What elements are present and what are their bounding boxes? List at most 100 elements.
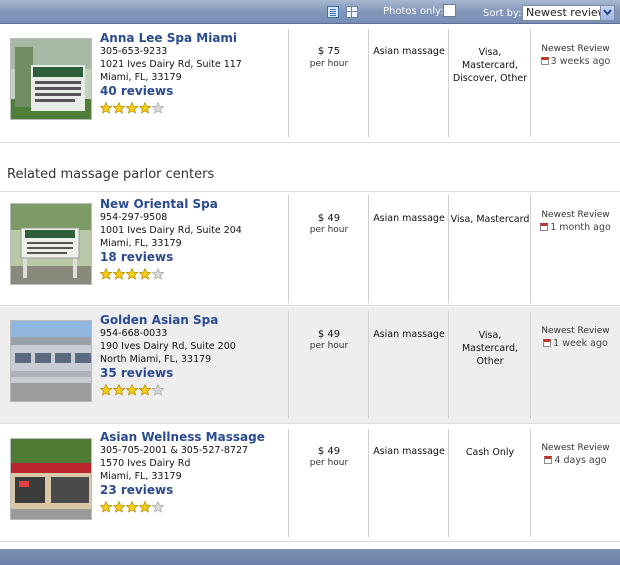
listing-city: Miami, FL, 33179 — [100, 471, 182, 482]
newest-review-date[interactable]: 3 weeks ago — [531, 56, 620, 67]
column-divider — [368, 429, 369, 537]
listing-address: 1570 Ives Dairy Rd — [100, 458, 191, 469]
star-filled-icon — [138, 381, 152, 396]
payment-line-2: Other — [476, 356, 504, 367]
column-divider — [288, 429, 289, 537]
listing-reviews-link[interactable]: 23 reviews — [100, 483, 173, 497]
newest-review-label: Newest Review — [541, 326, 610, 336]
listing-price-unit: per hour — [309, 59, 349, 69]
newest-review-ago: 3 weeks ago — [550, 56, 611, 67]
newest-review-date[interactable]: 1 month ago — [531, 222, 620, 233]
newest-review-label: Newest Review — [541, 443, 610, 453]
star-empty-icon — [151, 99, 165, 114]
listing-address: 1021 Ives Dairy Rd, Suite 117 — [100, 59, 242, 70]
listing-name[interactable]: Golden Asian Spa — [100, 313, 218, 327]
column-divider — [288, 311, 289, 419]
star-filled-icon — [112, 265, 126, 280]
newest-review-label: Newest Review — [541, 210, 610, 220]
calendar-icon — [540, 57, 549, 65]
column-divider — [448, 195, 449, 303]
listing-price-unit: per hour — [309, 341, 349, 351]
rating-stars — [99, 99, 165, 114]
listing-photo[interactable] — [10, 320, 92, 402]
listing-photo[interactable] — [10, 438, 92, 520]
rating-stars — [99, 381, 165, 396]
listing-price: $ 75 — [317, 46, 341, 57]
calendar-icon — [543, 339, 552, 347]
chevron-down-icon — [600, 6, 614, 20]
listing-reviews-link[interactable]: 35 reviews — [100, 366, 173, 380]
listing-item: Golden Asian Spa 954-668-0033 190 Ives D… — [0, 307, 620, 424]
listing-service: Asian massage — [373, 213, 445, 224]
star-filled-icon — [138, 498, 152, 513]
listing-photo[interactable] — [10, 38, 92, 120]
newest-review-ago: 1 week ago — [553, 338, 608, 349]
listing-city: Miami, FL, 33179 — [100, 72, 182, 83]
star-filled-icon — [138, 99, 152, 114]
column-divider — [368, 195, 369, 303]
photos-only-label: Photos only: — [383, 6, 444, 17]
column-divider — [448, 29, 449, 137]
listing-phone: 954-668-0033 — [100, 328, 168, 339]
listing-name[interactable]: Asian Wellness Massage — [100, 430, 265, 444]
listing-item: Anna Lee Spa Miami 305-653-9233 1021 Ive… — [0, 25, 620, 143]
star-filled-icon — [125, 498, 139, 513]
sort-by-select[interactable]: Newest review — [522, 5, 615, 21]
listing-reviews-link[interactable]: 18 reviews — [100, 250, 173, 264]
listing-service: Asian massage — [373, 329, 445, 340]
column-divider — [448, 311, 449, 419]
listing-payment: Visa, Mastercard — [450, 213, 530, 226]
listing-price-unit: per hour — [309, 225, 349, 235]
column-divider — [288, 29, 289, 137]
star-filled-icon — [112, 99, 126, 114]
star-filled-icon — [99, 99, 113, 114]
newest-review-ago: 1 month ago — [550, 222, 611, 233]
star-filled-icon — [99, 381, 113, 396]
listing-price: $ 49 — [317, 446, 341, 457]
star-empty-icon — [151, 265, 165, 280]
newest-review-date[interactable]: 1 week ago — [531, 338, 620, 349]
newest-review-ago: 4 days ago — [554, 455, 607, 466]
sort-by-value: Newest review — [526, 6, 607, 19]
listing-city: Miami, FL, 33179 — [100, 238, 182, 249]
list-view-icon[interactable] — [327, 6, 339, 18]
listing-price-unit: per hour — [309, 458, 349, 468]
star-filled-icon — [99, 498, 113, 513]
listing-reviews-link[interactable]: 40 reviews — [100, 84, 173, 98]
listing-photo[interactable] — [10, 203, 92, 285]
listing-phone: 954-297-9508 — [100, 212, 168, 223]
listing-item: New Oriental Spa 954-297-9508 1001 Ives … — [0, 191, 620, 306]
star-filled-icon — [138, 265, 152, 280]
star-filled-icon — [99, 265, 113, 280]
star-filled-icon — [112, 381, 126, 396]
newest-review-date[interactable]: 4 days ago — [531, 455, 620, 466]
rating-stars — [99, 498, 165, 513]
column-divider — [368, 311, 369, 419]
calendar-icon — [544, 456, 553, 464]
star-filled-icon — [112, 498, 126, 513]
column-divider — [448, 429, 449, 537]
payment-line-2: Discover, Other — [452, 73, 528, 84]
column-divider — [288, 195, 289, 303]
grid-view-icon[interactable] — [346, 6, 358, 18]
column-divider — [368, 29, 369, 137]
star-filled-icon — [125, 99, 139, 114]
listing-service: Asian massage — [373, 446, 445, 457]
listing-address: 1001 Ives Dairy Rd, Suite 204 — [100, 225, 242, 236]
listing-payment: Visa, Mastercard, Other — [450, 329, 530, 368]
listing-price: $ 49 — [317, 213, 341, 224]
payment-line-1: Visa, Mastercard, — [461, 330, 519, 354]
star-filled-icon — [125, 265, 139, 280]
listing-payment: Cash Only — [450, 446, 530, 459]
listing-item: Asian Wellness Massage 305-705-2001 & 30… — [0, 425, 620, 542]
photos-only-checkbox[interactable] — [443, 4, 456, 17]
payment-line-1: Visa, Mastercard — [450, 214, 530, 225]
star-empty-icon — [151, 381, 165, 396]
sort-by-label: Sort by: — [483, 8, 522, 19]
related-heading: Related massage parlor centers — [7, 167, 215, 182]
listing-name[interactable]: New Oriental Spa — [100, 197, 218, 211]
newest-review-label: Newest Review — [541, 44, 610, 54]
listing-phone: 305-653-9233 — [100, 46, 168, 57]
listing-name[interactable]: Anna Lee Spa Miami — [100, 31, 237, 45]
listing-phone: 305-705-2001 & 305-527-8727 — [100, 445, 249, 456]
